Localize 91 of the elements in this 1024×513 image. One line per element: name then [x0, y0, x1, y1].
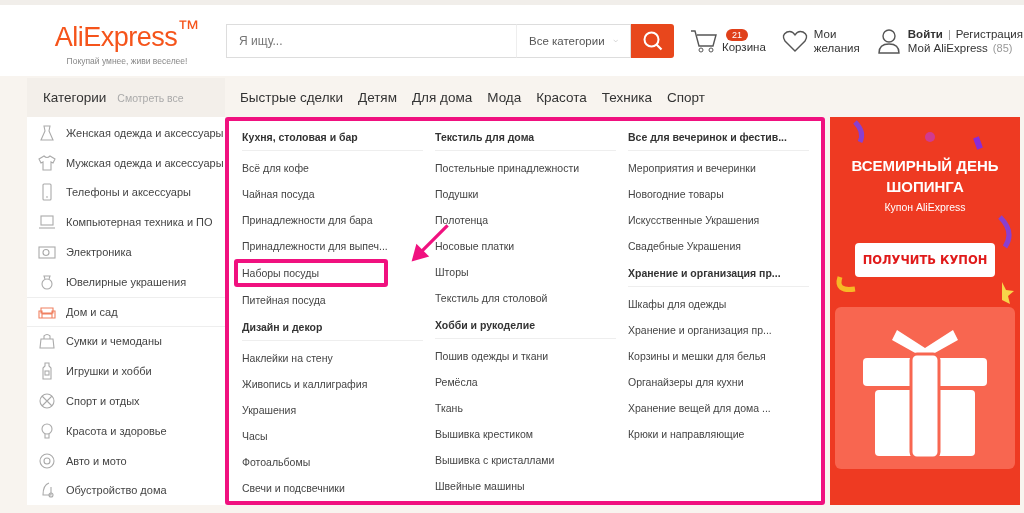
subcategory-link[interactable]: Вышивка с кристаллами	[435, 447, 616, 473]
category-item[interactable]: Мужская одежда и аксессуары	[27, 147, 225, 178]
categories-title: Категории	[43, 90, 107, 105]
search-field[interactable]: Я ищу...	[226, 23, 516, 58]
subcategory-link[interactable]: Часы	[242, 423, 423, 449]
get-coupon-button[interactable]: ПОЛУЧИТЬ КУПОН	[854, 243, 996, 277]
category-item[interactable]: Спорт и отдых	[27, 386, 225, 416]
subcategory-link[interactable]: Принадлежности для выпеч...	[242, 233, 423, 259]
user-icon	[877, 27, 900, 54]
account-count: (85)	[992, 41, 1013, 54]
subcategory-link[interactable]: Чайная посуда	[242, 181, 423, 207]
category-item[interactable]: Ювелирные украшения	[27, 267, 225, 297]
laptop-icon	[38, 213, 56, 232]
cart-link[interactable]: 21 Корзина	[690, 27, 766, 54]
subcategory-link[interactable]: Корзины и мешки для белья	[628, 343, 809, 369]
category-item[interactable]: Сумки и чемоданы	[27, 326, 225, 357]
cart-label: Корзина	[722, 40, 766, 53]
caret-icon	[612, 37, 618, 44]
cart-icon	[690, 27, 718, 54]
subcategory-link[interactable]: Мероприятия и вечеринки	[628, 155, 809, 181]
category-item[interactable]: Авто и мото	[27, 445, 225, 476]
subcategory-heading[interactable]: Хобби и рукоделие	[435, 314, 616, 339]
subcategory-link[interactable]: Текстиль для столовой	[435, 285, 616, 311]
subcategory-heading[interactable]: Кухня, столовая и бар	[242, 126, 423, 151]
subcategory-link[interactable]: Крюки и направляющие	[628, 421, 809, 447]
subcategory-link[interactable]: Новогодние товары	[628, 181, 809, 207]
subcategory-link[interactable]: Швейные машины	[435, 473, 616, 499]
cart-count-badge: 21	[726, 28, 748, 41]
subcategory-link[interactable]: Искусственные Украшения	[628, 207, 809, 233]
nav-link[interactable]: Детям	[358, 90, 397, 105]
subcategory-link[interactable]: Шторы	[435, 259, 616, 285]
subcategory-link[interactable]: Вышивка крестиком	[435, 421, 616, 447]
subcategory-heading[interactable]: Дизайн и декор	[242, 316, 423, 341]
search-icon	[641, 29, 664, 52]
category-item[interactable]: Дом и сад	[27, 296, 225, 327]
subcategory-link[interactable]: Всё для кофе	[242, 155, 423, 181]
subcategory-link[interactable]: Фотоальбомы	[242, 449, 423, 475]
subcategory-heading[interactable]: Хранение и организация пр...	[628, 262, 809, 287]
subcategory-link[interactable]: Свадебные Украшения	[628, 233, 809, 259]
subcategory-link[interactable]: Постельные принадлежности	[435, 155, 616, 181]
banner-subtitle: Купон AliExpress	[884, 201, 966, 213]
nav-link[interactable]: Быстрые сделки	[240, 90, 343, 105]
bag-icon	[38, 332, 56, 351]
subcategory-link[interactable]: Хранение вещей для дома ...	[628, 395, 809, 421]
subcategory-heading[interactable]: Текстиль для дома	[435, 126, 616, 151]
shirt-icon	[38, 153, 56, 172]
subcategory-link[interactable]: Наклейки на стену	[242, 345, 423, 371]
category-item[interactable]: Электроника	[27, 237, 225, 267]
category-item[interactable]: Красота и здоровье	[27, 415, 225, 446]
subcategory-link[interactable]: Ремёсла	[435, 369, 616, 395]
subcategory-link[interactable]: Подушки	[435, 181, 616, 207]
dress-icon	[38, 123, 56, 142]
category-item[interactable]: Обустройство дома	[27, 475, 225, 506]
my-account-link[interactable]: Мой AliExpress	[907, 41, 988, 54]
nav-link[interactable]: Красота	[536, 90, 587, 105]
heart-icon	[781, 28, 808, 53]
subcategory-link[interactable]: Пошив одежды и ткани	[435, 343, 616, 369]
subcategory-link[interactable]: Органайзеры для кухни	[628, 369, 809, 395]
nav-link[interactable]: Для дома	[411, 90, 473, 105]
subcategory-link[interactable]: Принадлежности для бара	[242, 207, 423, 233]
nav-link[interactable]: Техника	[601, 90, 652, 105]
bulb-icon	[38, 421, 56, 440]
subcategory-link[interactable]: Ткань	[435, 395, 616, 421]
subcategory-link[interactable]: Полотенца	[435, 207, 616, 233]
tagline: Покупай умнее, живи веселее!	[66, 55, 188, 66]
subcategory-link[interactable]: Носовые платки	[435, 233, 616, 259]
subcategory-link[interactable]: Хранение и организация пр...	[628, 317, 809, 343]
camera-icon	[38, 243, 56, 262]
subcategory-link[interactable]: Свечи и подсвечники	[242, 475, 423, 501]
register-link[interactable]: Регистрация	[955, 27, 1023, 40]
search-button[interactable]	[631, 23, 674, 58]
ring-icon	[38, 272, 56, 291]
subcategory-link[interactable]: Украшения	[242, 397, 423, 423]
wheel-icon	[38, 451, 56, 470]
coupon-banner[interactable]: ВСЕМИРНЫЙ ДЕНЬ ШОПИНГА Купон AliExpress ПОЛУЧИТЬ КУПОН	[830, 117, 1020, 505]
category-dropdown[interactable]: Все категории	[516, 23, 631, 58]
category-item[interactable]: Компьютерная техника и ПО	[27, 207, 225, 238]
category-item[interactable]: Телефоны и аксессуары	[27, 177, 225, 208]
category-item[interactable]: Женская одежда и аксессуары	[27, 118, 225, 148]
login-link[interactable]: Войти	[907, 27, 943, 40]
subcategory-link[interactable]: Шкафы для одежды	[628, 291, 809, 317]
category-item[interactable]: Игрушки и хобби	[27, 356, 225, 387]
subcategory-link[interactable]: Живопись и каллиграфия	[242, 371, 423, 397]
nav-link[interactable]: Мода	[487, 90, 522, 105]
subcategory-link[interactable]: Питейная посуда	[242, 287, 423, 313]
wishlist-label: Мои желания	[813, 26, 861, 55]
nav-link[interactable]: Спорт	[666, 90, 705, 105]
banner-title: ВСЕМИРНЫЙ ДЕНЬ ШОПИНГА	[850, 156, 1000, 197]
subcategory-heading[interactable]: Все для вечеринок и фестив...	[628, 126, 809, 151]
wishlist-link[interactable]: Мои желания	[781, 26, 864, 55]
separator: |	[947, 27, 951, 40]
